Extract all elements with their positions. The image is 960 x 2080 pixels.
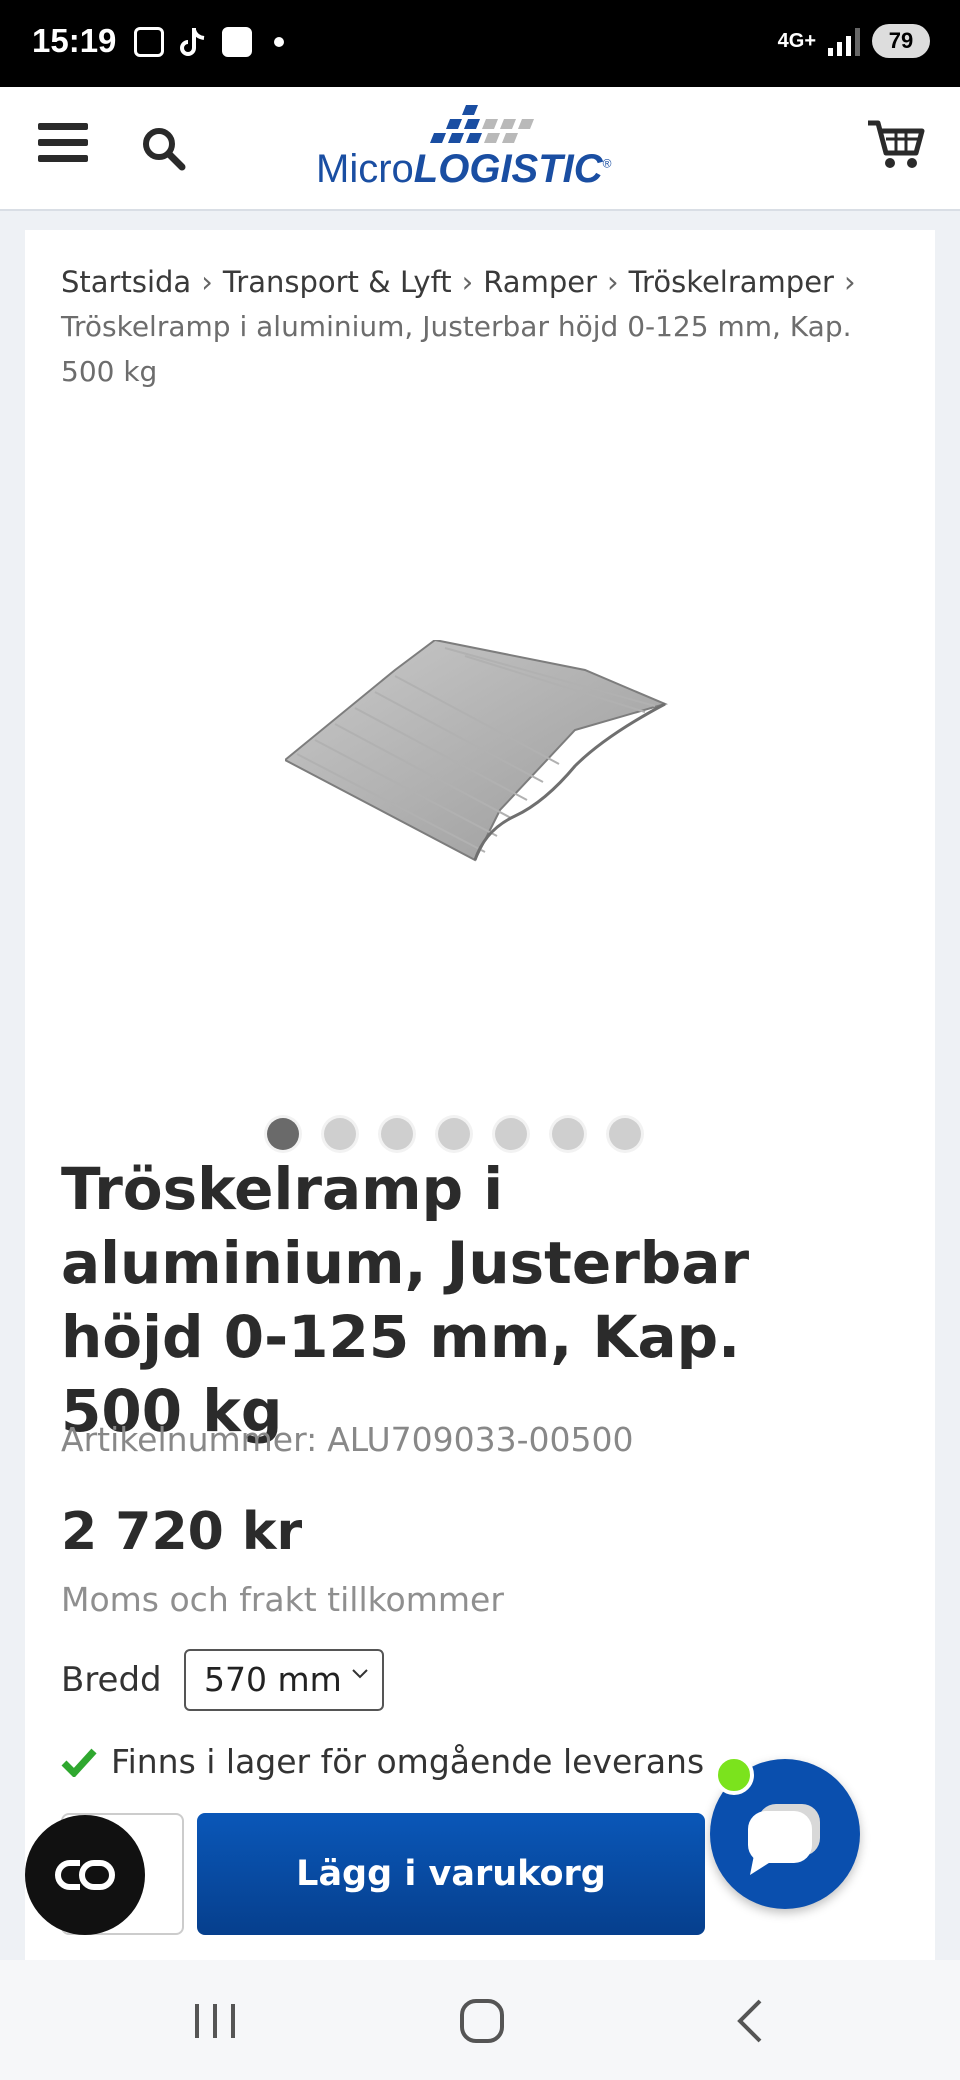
tax-note: Moms och frakt tillkommer xyxy=(61,1580,504,1619)
gallery-dot[interactable] xyxy=(324,1118,356,1150)
logo-text: MicroLOGISTIC® xyxy=(316,147,612,191)
recent-apps-icon[interactable] xyxy=(185,1996,245,2046)
gallery-dot[interactable] xyxy=(381,1118,413,1150)
variant-label: Bredd xyxy=(61,1660,162,1700)
breadcrumb: Startsida › Transport & Lyft › Ramper › Tröske… xyxy=(61,260,901,394)
breadcrumb-separator: › xyxy=(843,265,856,299)
home-icon[interactable] xyxy=(452,1996,512,2046)
breadcrumb-separator: › xyxy=(461,265,474,299)
status-notification-icons xyxy=(134,26,284,58)
network-type: 4G+ xyxy=(777,30,816,52)
chat-online-indicator xyxy=(714,1755,754,1795)
app-notification-icon xyxy=(222,27,252,57)
gallery-dot[interactable] xyxy=(495,1118,527,1150)
gallery-pagination xyxy=(267,1118,641,1150)
add-to-cart-button[interactable]: Lägg i varukorg xyxy=(197,1813,705,1935)
screenshot-icon xyxy=(134,27,164,57)
breadcrumb-separator: › xyxy=(201,265,213,299)
stock-text: Finns i lager för omgående leverans xyxy=(111,1742,705,1781)
back-icon[interactable] xyxy=(720,1996,780,2046)
co-icon xyxy=(55,1860,115,1890)
battery-level: 79 xyxy=(872,24,930,58)
status-bar: 15:19 4G+ 79 xyxy=(0,0,960,87)
site-header: MicroLOGISTIC® xyxy=(0,87,960,211)
accessibility-button[interactable] xyxy=(25,1815,145,1935)
width-select-value: 570 mm xyxy=(204,1660,342,1699)
checkmark-icon xyxy=(61,1748,97,1777)
search-icon[interactable] xyxy=(140,125,186,171)
system-nav-bar xyxy=(0,1960,960,2080)
menu-icon[interactable] xyxy=(38,123,88,165)
gallery-dot[interactable] xyxy=(552,1118,584,1150)
breadcrumb-current: Tröskelramp i aluminium, Justerbar höjd … xyxy=(61,310,852,388)
logo-mark xyxy=(430,105,534,143)
more-notifications-dot xyxy=(274,37,284,47)
breadcrumb-separator: › xyxy=(607,265,619,299)
product-title: Tröskelramp i aluminium, Justerbar höjd … xyxy=(61,1155,750,1445)
cart-icon[interactable] xyxy=(866,117,926,171)
site-logo[interactable]: MicroLOGISTIC® xyxy=(316,97,646,197)
sku-value: ALU709033-00500 xyxy=(327,1420,634,1459)
breadcrumb-link[interactable]: Startsida xyxy=(61,265,191,299)
signal-icon xyxy=(828,26,860,56)
breadcrumb-link[interactable]: Tröskelramper xyxy=(629,265,834,299)
status-right: 4G+ 79 xyxy=(778,24,930,58)
width-select[interactable]: 570 mm xyxy=(184,1649,384,1711)
product-image[interactable] xyxy=(285,640,705,880)
gallery-dot[interactable] xyxy=(267,1118,299,1150)
product-sku: Artikelnummer: ALU709033-00500 xyxy=(61,1420,634,1459)
product-card: Startsida › Transport & Lyft › Ramper › Tröske… xyxy=(25,230,935,1960)
tiktok-icon xyxy=(180,28,205,56)
gallery-dot[interactable] xyxy=(438,1118,470,1150)
product-price: 2 720 kr xyxy=(61,1502,303,1562)
breadcrumb-link[interactable]: Ramper xyxy=(483,265,597,299)
chevron-down-icon xyxy=(352,1669,368,1679)
status-time: 15:19 xyxy=(32,22,117,59)
sku-label: Artikelnummer: xyxy=(61,1420,318,1459)
gallery-dot[interactable] xyxy=(609,1118,641,1150)
stock-status: Finns i lager för omgående leverans xyxy=(61,1742,704,1781)
breadcrumb-link[interactable]: Transport & Lyft xyxy=(223,265,452,299)
